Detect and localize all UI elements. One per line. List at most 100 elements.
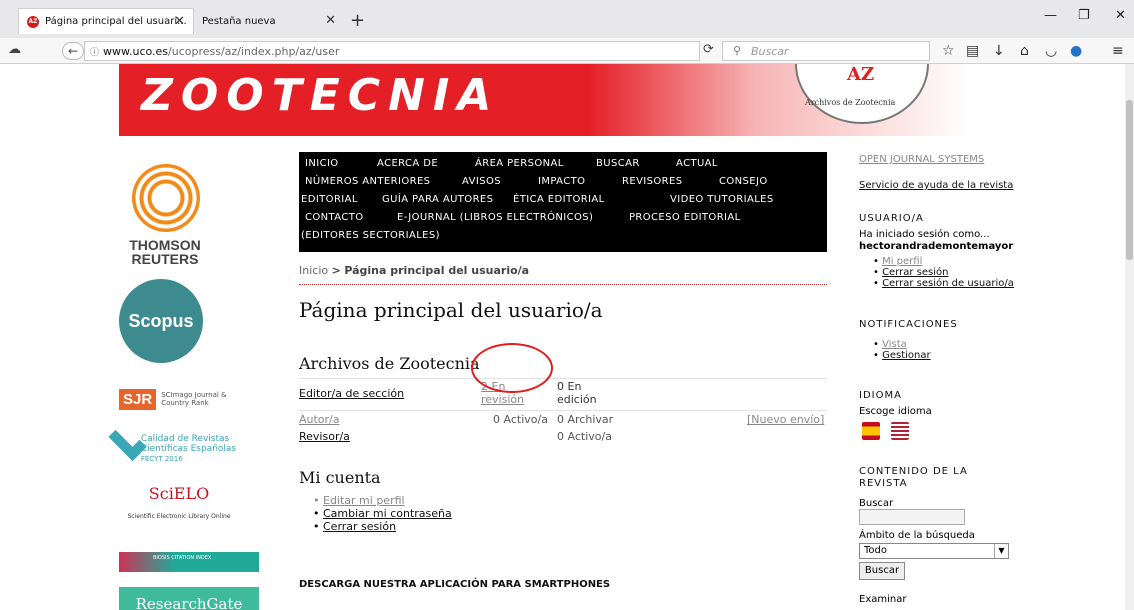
search-box[interactable]: ⚲ Buscar — [722, 41, 930, 61]
tab-new[interactable]: Pestaña nueva ✕ — [194, 8, 344, 34]
page-title: Página principal del usuario/a — [299, 298, 603, 322]
download-icon[interactable]: ↓ — [993, 43, 1005, 59]
menu-inicio[interactable]: INICIO — [305, 158, 339, 169]
account-links: Editar mi perfil Cambiar mi contraseña C… — [313, 494, 452, 533]
logout-item: Cerrar sesión — [313, 520, 452, 533]
menu-revisores[interactable]: REVISORES — [622, 176, 683, 187]
menu-guia-autores[interactable]: GUÍA PARA AUTORES — [382, 194, 493, 205]
scopus-logo[interactable]: Scopus — [119, 279, 203, 363]
menu-proceso-editorial[interactable]: PROCESO EDITORIAL — [629, 212, 741, 223]
menu-editorial[interactable]: EDITORIAL — [301, 194, 358, 205]
browser-tab-bar: AZ Página principal del usuari... ✕ Pest… — [0, 0, 1134, 38]
pocket-icon[interactable]: ◡ — [1045, 43, 1057, 59]
menu-acerca[interactable]: ACERCA DE — [377, 158, 438, 169]
my-profile-link[interactable]: Mi perfil — [882, 256, 922, 267]
menu-area-personal[interactable]: ÁREA PERSONAL — [475, 158, 564, 169]
search-icon: ⚲ — [733, 44, 742, 57]
calidad-text: Calidad de Revistas Científicas Española… — [140, 434, 237, 454]
search-button[interactable]: Buscar — [859, 562, 905, 580]
content-heading-1: CONTENIDO DE LA — [859, 466, 968, 477]
divider — [299, 284, 827, 285]
menu-editores-sectoriales[interactable]: (EDITORES SECTORIALES) — [301, 230, 440, 241]
biosis-logo[interactable]: BIOSIS CITATION INDEX — [119, 552, 259, 572]
thomson-text: THOMSON REUTERS — [129, 237, 201, 267]
menu-buscar[interactable]: BUSCAR — [596, 158, 640, 169]
menu-numeros-anteriores[interactable]: NÚMEROS ANTERIORES — [305, 176, 430, 187]
browser-nav-bar: ☁ ← ⓘ www.uco.es/ucopress/az/index.php/a… — [0, 38, 1134, 64]
scielo-subtitle: Scientific Electronic Library Online — [127, 513, 231, 520]
usa-flag-icon[interactable] — [891, 422, 910, 440]
menu-consejo[interactable]: CONSEJO — [719, 176, 768, 187]
menu-etica-editorial[interactable]: ÉTICA EDITORIAL — [513, 194, 605, 205]
scielo-logo[interactable]: SciELO Scientific Electronic Library Onl… — [119, 484, 239, 544]
author-active: 0 Activo/a — [493, 413, 548, 426]
sjr-box: SJR — [119, 388, 157, 410]
menu-e-journal[interactable]: E-JOURNAL (LIBROS ELECTRÓNICOS) — [397, 212, 593, 223]
logout-link[interactable]: Cerrar sesión — [323, 520, 396, 533]
breadcrumb-current: Página principal del usuario/a — [344, 264, 530, 277]
restore-icon[interactable]: ❐ — [1078, 8, 1090, 23]
url-bar[interactable]: ⓘ www.uco.es/ucopress/az/index.php/az/us… — [84, 41, 700, 61]
account-heading: Mi cuenta — [299, 468, 381, 487]
reading-list-icon[interactable]: ▤ — [966, 43, 979, 59]
scope-label: Ámbito de la búsqueda — [859, 530, 975, 541]
bookmark-star-icon[interactable]: ☆ — [942, 43, 955, 59]
language-label: Escoge idioma — [859, 406, 932, 417]
reload-icon[interactable]: ⟳ — [703, 42, 714, 57]
banner-title: ZOOTECNIA — [141, 70, 500, 121]
close-tab-icon[interactable]: ✕ — [325, 13, 336, 28]
close-window-icon[interactable]: ✕ — [1115, 8, 1126, 23]
minimize-icon[interactable]: — — [1044, 8, 1057, 23]
seal-az: AZ — [847, 64, 875, 85]
logout-sidebar-item: Cerrar sesión — [873, 267, 1014, 278]
close-tab-icon[interactable]: ✕ — [174, 14, 185, 29]
fecyt-text: FECYT 2016 — [140, 455, 183, 463]
reviewer-active: 0 Activo/a — [557, 430, 612, 443]
role-author-link[interactable]: Autor/a — [299, 413, 340, 426]
tab-active[interactable]: AZ Página principal del usuari... ✕ — [18, 8, 194, 34]
home-icon[interactable]: ⌂ — [1020, 43, 1029, 59]
language-heading: IDIOMA — [859, 390, 902, 401]
chevron-down-icon: ▼ — [994, 544, 1008, 558]
menu-video-tutoriales[interactable]: VIDEO TUTORIALES — [670, 194, 774, 205]
breadcrumb-home[interactable]: Inicio — [299, 264, 328, 277]
username-text: hectorandrademontemayor — [859, 241, 1014, 252]
journal-search-input[interactable] — [859, 509, 965, 525]
role-reviewer-link[interactable]: Revisor/a — [299, 430, 350, 443]
ojs-link[interactable]: OPEN JOURNAL SYSTEMS — [859, 154, 984, 165]
menu-contacto[interactable]: CONTACTO — [305, 212, 364, 223]
scope-select[interactable]: Todo ▼ — [859, 543, 1009, 559]
thomson-reuters-logo[interactable]: THOMSON REUTERS — [120, 164, 210, 266]
role-row-editor: Editor/a de sección 2 En revisión 0 En edi… — [299, 378, 827, 408]
menu-impacto[interactable]: IMPACTO — [538, 176, 585, 187]
role-row-author: Autor/a 0 Activo/a 0 Archivar [Nuevo env… — [299, 410, 827, 426]
logout-user-link[interactable]: Cerrar sesión de usuario/a — [882, 278, 1014, 289]
back-button[interactable]: ← — [62, 42, 84, 60]
new-tab-plus-icon[interactable]: + — [350, 10, 365, 31]
editor-en-edicion-count: 0 En — [557, 380, 582, 393]
manage-link[interactable]: Gestionar — [882, 350, 931, 361]
sjr-logo[interactable]: SJR SCImago Journal & Country Rank — [119, 385, 239, 413]
calidad-revistas-logo[interactable]: Calidad de Revistas Científicas Española… — [108, 422, 243, 474]
logged-in-text: Ha iniciado sesión como... — [859, 229, 990, 240]
scrollbar-thumb[interactable] — [1126, 100, 1133, 260]
editor-en-edicion: 0 En edición — [557, 380, 597, 406]
researchgate-logo[interactable]: ResearchGate — [119, 587, 259, 610]
edit-profile-item: Editar mi perfil — [313, 494, 452, 507]
menu-hamburger-icon[interactable]: ≡ — [1112, 43, 1124, 59]
red-highlight-circle — [471, 343, 553, 393]
search-label: Buscar — [859, 498, 894, 509]
extension-icon[interactable]: ● — [1070, 43, 1082, 59]
help-link[interactable]: Servicio de ayuda de la revista — [859, 180, 1013, 191]
role-editor-link[interactable]: Editor/a de sección — [299, 387, 404, 400]
view-link[interactable]: Vista — [882, 339, 907, 350]
change-password-link[interactable]: Cambiar mi contraseña — [323, 507, 452, 520]
spain-flag-icon[interactable] — [862, 422, 880, 440]
breadcrumb: Inicio > Página principal del usuario/a — [299, 264, 529, 277]
menu-avisos[interactable]: AVISOS — [462, 176, 501, 187]
edit-profile-link[interactable]: Editar mi perfil — [323, 494, 405, 507]
menu-actual[interactable]: ACTUAL — [676, 158, 718, 169]
page-icon: ☁ — [8, 42, 21, 57]
new-submission-link[interactable]: [Nuevo envío] — [747, 413, 824, 426]
logout-sidebar-link[interactable]: Cerrar sesión — [882, 267, 948, 278]
